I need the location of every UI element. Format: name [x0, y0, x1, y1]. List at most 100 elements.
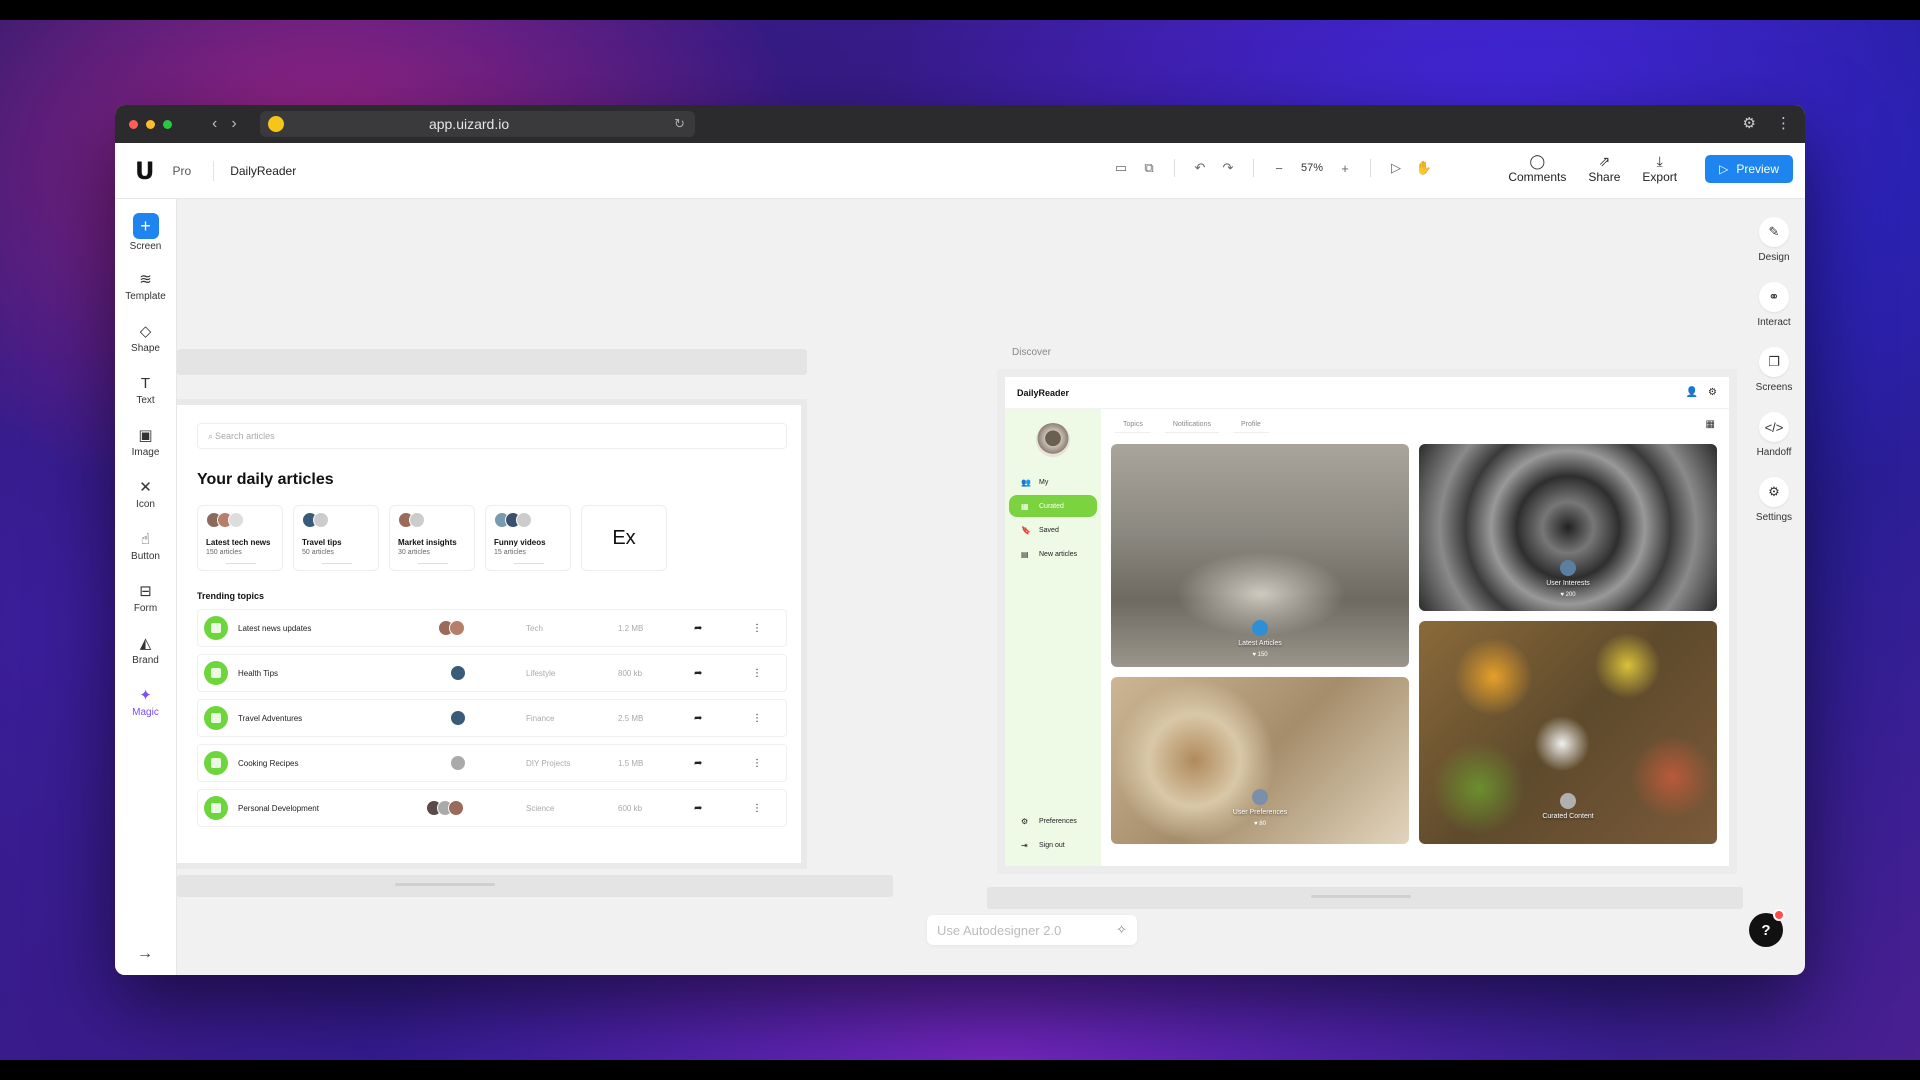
gear-icon[interactable]: ⚙	[1708, 387, 1717, 398]
avatar-group	[450, 710, 466, 726]
sparkle-icon[interactable]: ✧	[1116, 922, 1127, 938]
avatar-group	[438, 620, 465, 636]
content-tile[interactable]: Curated Content	[1419, 621, 1717, 844]
sidebar-item-new-articles[interactable]: ▤ New articles	[1009, 543, 1097, 565]
avatar	[1252, 789, 1268, 805]
project-name[interactable]: DailyReader	[230, 164, 296, 178]
form-icon: ⊟	[139, 583, 152, 600]
share-icon[interactable]: ➦	[694, 758, 702, 769]
close-window-button[interactable]	[129, 119, 138, 129]
minimize-window-button[interactable]	[146, 119, 155, 129]
forward-icon[interactable]: ›	[231, 115, 236, 133]
tab-topics[interactable]: Topics	[1115, 417, 1151, 433]
search-icon: ⌕	[208, 430, 214, 441]
hand-icon[interactable]: ✋	[1413, 157, 1435, 179]
panel-handoff[interactable]: </> Handoff	[1743, 412, 1805, 459]
share-button[interactable]: ⇗ Share	[1588, 153, 1620, 184]
share-icon[interactable]: ➦	[694, 668, 702, 679]
zoom-in-icon[interactable]: +	[1334, 157, 1356, 179]
topic-size: 2.5 MB	[618, 713, 644, 723]
undo-icon[interactable]: ↶	[1189, 157, 1211, 179]
table-row[interactable]: Latest news updates Tech 1.2 MB ➦ ⋮	[197, 609, 787, 647]
table-row[interactable]: Personal Development Science 600 kb ➦ ⋮	[197, 789, 787, 827]
preview-button[interactable]: ▷ Preview	[1705, 154, 1793, 183]
articles-screen[interactable]: ⌕ Search articles Your daily articles La…	[177, 399, 807, 869]
export-button[interactable]: ⤓ Export	[1642, 153, 1677, 184]
search-input[interactable]: ⌕ Search articles	[197, 423, 787, 449]
comment-icon: ◯	[1529, 153, 1546, 169]
table-row[interactable]: Travel Adventures Finance 2.5 MB ➦ ⋮	[197, 699, 787, 737]
category-card[interactable]: Travel tips 50 articles	[293, 505, 379, 571]
sidebar-item-preferences[interactable]: ⚙ Preferences	[1009, 810, 1097, 832]
category-card[interactable]: Funny videos 15 articles	[485, 505, 571, 571]
tool-screen[interactable]: + Screen	[115, 213, 176, 257]
avatar-group	[206, 512, 274, 530]
content-tile[interactable]: Latest Articles ♥ 150	[1111, 444, 1409, 667]
more-options-icon[interactable]: ⋮	[752, 623, 762, 634]
user-icon[interactable]: 👤	[1686, 387, 1698, 398]
right-tool-rail: ✎ Design ⚭ Interact ❐ Screens </> Handof…	[1743, 199, 1805, 975]
sidebar-item-curated[interactable]: ▦ Curated	[1009, 495, 1097, 517]
more-options-icon[interactable]: ⋮	[752, 803, 762, 814]
sidebar-item-sign-out[interactable]: ⇥ Sign out	[1009, 834, 1097, 856]
ghost-frame-bar	[177, 349, 807, 375]
category-count: 50 articles	[302, 549, 334, 556]
content-tile[interactable]: User Preferences ♥ 80	[1111, 677, 1409, 844]
design-canvas[interactable]: ⌕ Search articles Your daily articles La…	[177, 199, 1743, 975]
expand-arrow-icon[interactable]: →	[137, 945, 153, 963]
reload-icon[interactable]: ↻	[674, 116, 685, 132]
extensions-icon[interactable]: ⚙	[1743, 114, 1756, 132]
tool-shape[interactable]: ◇ Shape	[115, 323, 176, 361]
more-options-icon[interactable]: ⋮	[752, 668, 762, 679]
panel-design[interactable]: ✎ Design	[1743, 217, 1805, 264]
grid-view-icon[interactable]: ▦	[1706, 419, 1715, 430]
uizard-logo[interactable]: U	[135, 157, 155, 185]
category-card[interactable]: Market insights 30 articles	[389, 505, 475, 571]
tab-notifications[interactable]: Notifications	[1164, 417, 1219, 433]
redo-icon[interactable]: ↷	[1217, 157, 1239, 179]
back-icon[interactable]: ‹	[212, 115, 217, 133]
table-row[interactable]: Health Tips Lifestyle 800 kb ➦ ⋮	[197, 654, 787, 692]
panel-interact[interactable]: ⚭ Interact	[1743, 282, 1805, 329]
address-bar[interactable]: app.uizard.io ↻	[260, 111, 695, 137]
play-icon[interactable]: ▷	[1385, 157, 1407, 179]
topic-icon	[204, 706, 228, 730]
frame-label[interactable]: Discover	[1012, 347, 1051, 358]
autodesigner-input[interactable]: Use Autodesigner 2.0 ✧	[927, 915, 1137, 945]
panel-settings[interactable]: ⚙ Settings	[1743, 477, 1805, 524]
frame-scrollbar[interactable]	[1311, 895, 1411, 898]
tool-brand[interactable]: ◭ Brand	[115, 635, 176, 673]
zoom-out-icon[interactable]: −	[1268, 157, 1290, 179]
split-view-icon[interactable]: ⧉	[1138, 157, 1160, 179]
category-card-overflow[interactable]: Ex	[581, 505, 667, 571]
discover-screen[interactable]: DailyReader 👤 ⚙ 👥 My ▦ Curated 🔖 Saved ▤…	[997, 369, 1737, 874]
tool-icon[interactable]: ✕ Icon	[115, 479, 176, 517]
more-options-icon[interactable]: ⋮	[752, 713, 762, 724]
tool-template[interactable]: ≋ Template	[115, 271, 176, 309]
share-icon[interactable]: ➦	[694, 713, 702, 724]
share-icon[interactable]: ➦	[694, 623, 702, 634]
tool-button[interactable]: ☝ Button	[115, 531, 176, 569]
topic-category: Finance	[526, 713, 555, 723]
content-tile[interactable]: User Interests ♥ 200	[1419, 444, 1717, 611]
browser-menu-icon[interactable]: ⋮	[1776, 114, 1791, 132]
sidebar-item-saved[interactable]: 🔖 Saved	[1009, 519, 1097, 541]
table-row[interactable]: Cooking Recipes DIY Projects 1.5 MB ➦ ⋮	[197, 744, 787, 782]
panel-screens[interactable]: ❐ Screens	[1743, 347, 1805, 394]
comments-button[interactable]: ◯ Comments	[1508, 153, 1566, 184]
zoom-level[interactable]: 57%	[1296, 162, 1328, 174]
frame-scrollbar[interactable]	[395, 883, 495, 886]
sidebar-item-my[interactable]: 👥 My	[1009, 471, 1097, 493]
category-card[interactable]: Latest tech news 150 articles	[197, 505, 283, 571]
desktop-view-icon[interactable]: ▭	[1110, 157, 1132, 179]
share-icon[interactable]: ➦	[694, 803, 702, 814]
tool-text[interactable]: T Text	[115, 375, 176, 413]
avatar	[1252, 620, 1268, 636]
more-options-icon[interactable]: ⋮	[752, 758, 762, 769]
maximize-window-button[interactable]	[163, 119, 172, 129]
tool-image[interactable]: ▣ Image	[115, 427, 176, 465]
tab-profile[interactable]: Profile	[1232, 417, 1269, 433]
tool-magic[interactable]: ✦ Magic	[115, 687, 176, 725]
tool-form[interactable]: ⊟ Form	[115, 583, 176, 621]
signout-icon: ⇥	[1021, 840, 1028, 850]
